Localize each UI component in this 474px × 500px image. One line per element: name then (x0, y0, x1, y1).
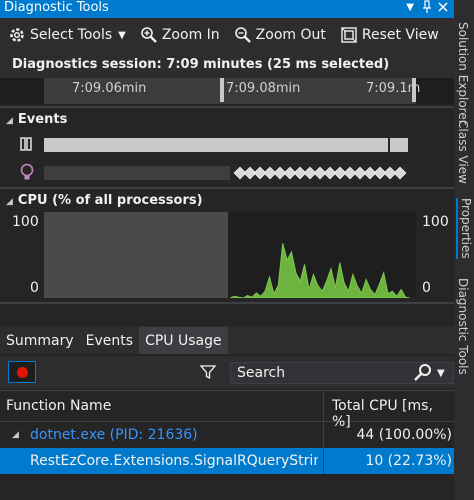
column-separator (323, 422, 324, 448)
cpu-chart[interactable] (44, 212, 416, 298)
reset-view-label: Reset View (361, 27, 439, 43)
filter-icon[interactable] (199, 364, 217, 384)
side-tab-solution-explorer[interactable]: Solution Explorer (456, 22, 470, 125)
record-cpu-profile-button[interactable] (8, 361, 36, 383)
search-button[interactable]: ▼ (412, 362, 454, 384)
cpu-chart-svg (229, 243, 411, 298)
table-row-selected[interactable]: RestEzCore.Extensions.SignalRQueryString… (0, 448, 454, 474)
pin-icon[interactable] (422, 0, 432, 19)
tab-events[interactable]: Events (80, 333, 139, 354)
table-row[interactable]: ◢ dotnet.exe (PID: 21636) 44 (100.00%) (0, 422, 454, 448)
column-header-function-name[interactable]: Function Name (6, 398, 111, 414)
divider (0, 106, 454, 108)
zoom-out-label: Zoom Out (255, 27, 326, 43)
cpu-section-header[interactable]: ◢ CPU (% of all processors) (6, 193, 203, 208)
pause-break-icon (20, 137, 32, 155)
event-markers (233, 166, 407, 180)
divider (0, 302, 454, 304)
collapse-triangle-icon: ◢ (6, 116, 13, 126)
close-icon[interactable] (438, 0, 448, 19)
gear-icon (10, 28, 24, 42)
total-cpu-value: 44 (100.00%) (356, 427, 452, 443)
selection-handle[interactable] (412, 78, 416, 102)
intellitrace-lightbulb-icon (20, 163, 34, 185)
cpu-y-max-label: 100 (12, 214, 39, 230)
window-menu-dropdown-icon[interactable]: ▼ (406, 0, 414, 16)
function-grid-header: Function Name Total CPU [ms, %] (0, 390, 454, 430)
zoom-out-button[interactable]: Zoom Out (226, 18, 332, 52)
zoom-in-icon (141, 27, 157, 43)
side-tab-strip: Solution Explorer Class View Properties … (454, 0, 474, 500)
chevron-down-icon[interactable]: ▼ (437, 368, 445, 379)
select-tools-button[interactable]: Select Tools ▼ (0, 18, 132, 52)
reset-view-button[interactable]: Reset View (332, 18, 445, 52)
selection-handle[interactable] (220, 78, 224, 102)
events-section-header[interactable]: ◢ Events (6, 112, 67, 127)
record-icon (16, 366, 28, 378)
zoom-out-icon (234, 27, 251, 43)
cpu-y-min-label: 0 (30, 280, 39, 296)
side-tab-class-view[interactable]: Class View (456, 120, 470, 184)
tab-cpu-usage[interactable]: CPU Usage (139, 327, 228, 354)
expand-triangle-icon[interactable]: ◢ (12, 422, 19, 448)
events-lane-diagnostics (44, 163, 410, 183)
process-name: dotnet.exe (PID: 21636) (30, 427, 198, 443)
cpu-y-max-label-right: 100 (422, 214, 449, 230)
events-lane-break (44, 136, 410, 154)
timeline-tick: 7:09.06min (72, 81, 147, 96)
session-summary: Diagnostics session: 7:09 minutes (25 ms… (0, 52, 454, 78)
window-title-bar: Diagnostic Tools ▼ (0, 0, 454, 18)
column-separator[interactable] (323, 391, 324, 423)
side-tab-diagnostic-tools[interactable]: Diagnostic Tools (456, 278, 470, 375)
divider (0, 187, 454, 189)
function-name: RestEzCore.Extensions.SignalRQueryString… (30, 453, 318, 469)
window-title: Diagnostic Tools (4, 0, 109, 15)
timeline-ruler[interactable]: 7:09.06min 7:09.08min 7:09.1m (0, 78, 454, 104)
total-cpu-value: 10 (22.73%) (365, 453, 452, 469)
events-section-title: Events (17, 112, 68, 127)
collapse-triangle-icon: ◢ (6, 197, 13, 207)
details-tab-strip: Summary Events CPU Usage (0, 326, 454, 354)
zoom-in-label: Zoom In (161, 27, 220, 43)
reset-view-icon (341, 27, 357, 43)
toolbar: Select Tools ▼ Zoom In Zoom Out Reset Vi… (0, 18, 454, 52)
chevron-down-icon: ▼ (118, 29, 126, 41)
cpu-usage-series (229, 243, 411, 298)
cpu-section-title: CPU (% of all processors) (17, 193, 203, 208)
column-separator (323, 448, 324, 474)
tab-summary[interactable]: Summary (0, 333, 80, 354)
select-tools-label: Select Tools (30, 27, 113, 43)
side-tab-properties[interactable]: Properties (456, 198, 473, 259)
search-icon (414, 364, 431, 381)
cpu-y-min-label-right: 0 (422, 280, 431, 296)
timeline-tick: 7:09.08min (226, 81, 301, 96)
zoom-in-button[interactable]: Zoom In (132, 18, 226, 52)
